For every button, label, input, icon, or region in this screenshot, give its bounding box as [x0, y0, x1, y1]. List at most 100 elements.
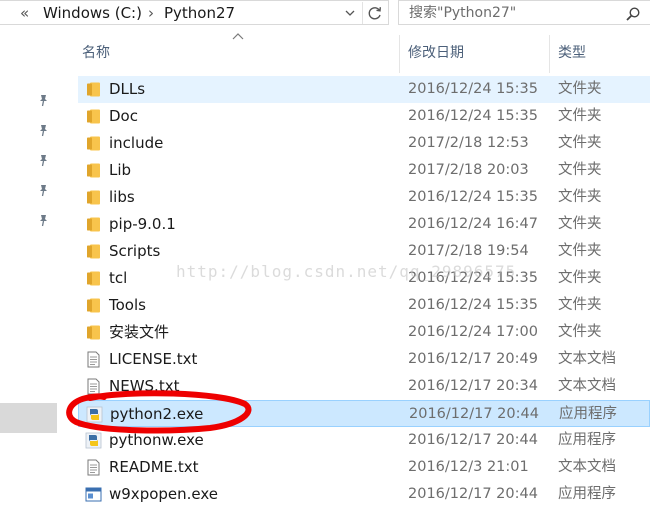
- file-name: 安装文件: [109, 323, 170, 341]
- address-bar[interactable]: « Windows (C:) › Python27: [0, 0, 389, 25]
- pin-icon[interactable]: [37, 93, 51, 107]
- file-name: README.txt: [109, 458, 199, 476]
- file-modified-date: 2016/12/24 17:00: [408, 324, 538, 340]
- file-type: 文本文档: [558, 351, 616, 367]
- folder-icon: [85, 243, 102, 260]
- folder-icon: [85, 297, 102, 314]
- file-name: DLLs: [109, 80, 146, 98]
- overflow-chevron-icon[interactable]: «: [20, 4, 29, 22]
- window-app-icon: [85, 486, 102, 503]
- file-row[interactable]: pip-9.0.1 2016/12/24 16:47 文件夹: [78, 211, 650, 238]
- folder-icon: [85, 189, 102, 206]
- file-modified-date: 2016/12/17 20:44: [408, 432, 538, 448]
- pin-icon[interactable]: [37, 213, 51, 227]
- file-name: NEWS.txt: [109, 377, 180, 395]
- file-row[interactable]: Lib 2017/2/18 20:03 文件夹: [78, 157, 650, 184]
- file-type: 文件夹: [558, 243, 602, 259]
- file-row[interactable]: 安装文件 2016/12/24 17:00 文件夹: [78, 319, 650, 346]
- file-modified-date: 2016/12/17 20:44: [408, 486, 538, 502]
- file-row[interactable]: Scripts 2017/2/18 19:54 文件夹: [78, 238, 650, 265]
- refresh-button[interactable]: [362, 2, 386, 24]
- file-type: 文件夹: [558, 81, 602, 97]
- file-type: 应用程序: [559, 406, 617, 422]
- folder-icon: [85, 81, 102, 98]
- file-type: 文件夹: [558, 108, 602, 124]
- toolbar: « Windows (C:) › Python27 搜索"Python27": [0, 0, 650, 27]
- file-name: Tools: [109, 296, 146, 314]
- file-name: python2.exe: [110, 405, 204, 423]
- file-row[interactable]: Doc 2016/12/24 15:35 文件夹: [78, 103, 650, 130]
- file-row[interactable]: pythonw.exe 2016/12/17 20:44 应用程序: [78, 427, 650, 454]
- file-name: LICENSE.txt: [109, 350, 198, 368]
- file-modified-date: 2016/12/17 20:49: [408, 351, 538, 367]
- sort-ascending-icon: [232, 33, 244, 40]
- text-file-icon: [85, 459, 102, 476]
- column-header-modified[interactable]: 修改日期: [408, 44, 464, 62]
- file-modified-date: 2017/2/18 20:03: [408, 162, 529, 178]
- pin-icon[interactable]: [37, 123, 51, 137]
- file-name: pip-9.0.1: [109, 215, 176, 233]
- folder-icon: [85, 162, 102, 179]
- file-name: pythonw.exe: [109, 431, 204, 449]
- file-modified-date: 2016/12/24 15:35: [408, 81, 538, 97]
- folder-icon: [85, 135, 102, 152]
- refresh-icon: [368, 7, 381, 20]
- text-file-icon: [85, 378, 102, 395]
- file-type: 文件夹: [558, 135, 602, 151]
- search-icon[interactable]: [625, 6, 641, 22]
- column-header-type[interactable]: 类型: [558, 44, 586, 62]
- file-type: 应用程序: [558, 432, 616, 448]
- file-name: include: [109, 134, 164, 152]
- pin-icon[interactable]: [37, 183, 51, 197]
- file-row[interactable]: python2.exe 2016/12/17 20:44 应用程序: [78, 400, 650, 427]
- file-row[interactable]: README.txt 2016/12/3 21:01 文本文档: [78, 454, 650, 481]
- file-name: w9xpopen.exe: [109, 485, 219, 503]
- file-modified-date: 2017/2/18 19:54: [408, 243, 529, 259]
- file-modified-date: 2016/12/24 15:35: [408, 297, 538, 313]
- file-name: Doc: [109, 107, 138, 125]
- file-modified-date: 2016/12/24 16:47: [408, 216, 538, 232]
- column-header-row: 名称 修改日期 类型: [60, 27, 650, 73]
- file-type: 文件夹: [558, 216, 602, 232]
- file-type: 文件夹: [558, 189, 602, 205]
- nav-selected-item[interactable]: [0, 403, 57, 433]
- column-header-name[interactable]: 名称: [82, 44, 110, 62]
- file-row[interactable]: DLLs 2016/12/24 15:35 文件夹: [78, 76, 650, 103]
- pin-icon[interactable]: [37, 153, 51, 167]
- search-box[interactable]: 搜索"Python27": [398, 0, 650, 25]
- file-modified-date: 2017/2/18 12:53: [408, 135, 529, 151]
- file-type: 文本文档: [558, 378, 616, 394]
- text-file-icon: [85, 351, 102, 368]
- column-divider[interactable]: [549, 35, 550, 73]
- file-row[interactable]: w9xpopen.exe 2016/12/17 20:44 应用程序: [78, 481, 650, 508]
- file-row[interactable]: libs 2016/12/24 15:35 文件夹: [78, 184, 650, 211]
- navigation-pane: [0, 27, 60, 527]
- file-type: 文本文档: [558, 459, 616, 475]
- file-type: 文件夹: [558, 162, 602, 178]
- search-input[interactable]: 搜索"Python27": [409, 4, 516, 22]
- file-modified-date: 2016/12/24 15:35: [408, 189, 538, 205]
- file-name: libs: [109, 188, 135, 206]
- python-app-icon: [86, 406, 103, 423]
- column-divider[interactable]: [399, 35, 400, 73]
- breadcrumb-windows-c[interactable]: Windows (C:): [43, 4, 142, 22]
- chevron-down-icon[interactable]: [343, 6, 357, 20]
- folder-icon: [85, 270, 102, 287]
- file-type: 应用程序: [558, 486, 616, 502]
- file-row[interactable]: Tools 2016/12/24 15:35 文件夹: [78, 292, 650, 319]
- python-app-icon: [85, 432, 102, 449]
- file-name: Scripts: [109, 242, 161, 260]
- file-modified-date: 2016/12/24 15:35: [408, 108, 538, 124]
- folder-icon: [85, 216, 102, 233]
- folder-icon: [85, 324, 102, 341]
- file-row[interactable]: NEWS.txt 2016/12/17 20:34 文本文档: [78, 373, 650, 400]
- file-type: 文件夹: [558, 270, 602, 286]
- file-type: 文件夹: [558, 324, 602, 340]
- file-modified-date: 2016/12/17 20:44: [409, 406, 539, 422]
- breadcrumb-separator[interactable]: ›: [148, 4, 154, 22]
- breadcrumb-python27[interactable]: Python27: [164, 4, 235, 22]
- file-row[interactable]: LICENSE.txt 2016/12/17 20:49 文本文档: [78, 346, 650, 373]
- file-modified-date: 2016/12/17 20:34: [408, 378, 538, 394]
- file-row[interactable]: include 2017/2/18 12:53 文件夹: [78, 130, 650, 157]
- watermark: http://blog.csdn.net/qq_29896575: [176, 262, 517, 281]
